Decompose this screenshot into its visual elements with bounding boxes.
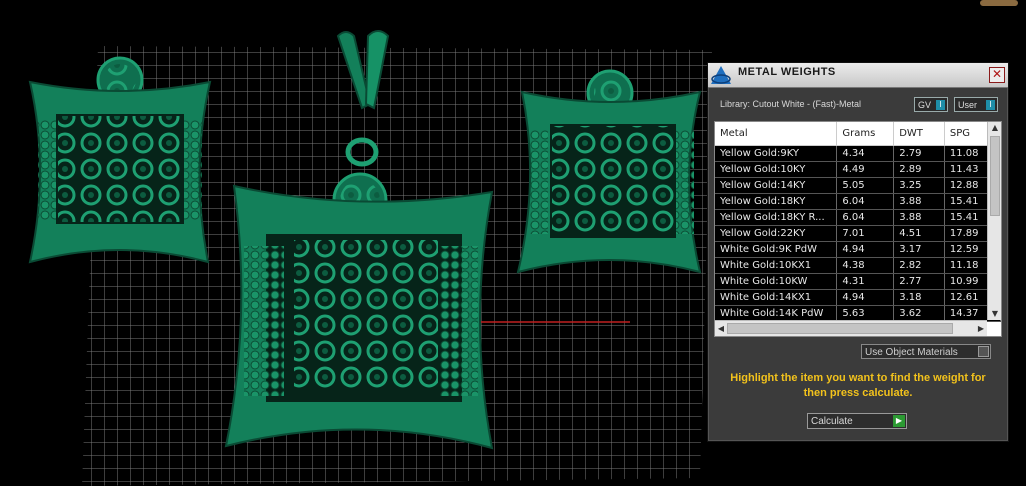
instruction-text: Highlight the item you want to find the … — [730, 372, 986, 399]
right-earring[interactable] — [516, 69, 702, 274]
user-toggle[interactable]: User I — [954, 97, 998, 112]
gv-toggle-label: GV — [918, 100, 932, 110]
column-header-metal[interactable]: Metal — [715, 122, 838, 146]
cell-metal: White Gold:10KW — [715, 273, 838, 290]
cell-grams: 5.05 — [836, 177, 895, 194]
toggle-indicator-icon: I — [936, 100, 945, 110]
play-icon: ▶ — [893, 415, 905, 427]
vertical-scrollbar[interactable]: ▲ ▼ — [987, 122, 1001, 320]
app-logo-icon — [711, 66, 731, 84]
cell-metal: White Gold:14KX1 — [715, 289, 838, 306]
table-row[interactable]: White Gold:10KX1 4.38 2.82 11.18 — [715, 257, 1001, 274]
table-row[interactable]: Yellow Gold:18KY 6.04 3.88 15.41 — [715, 193, 1001, 210]
use-object-materials-label: Use Object Materials — [865, 347, 958, 358]
table-row[interactable]: Yellow Gold:18KY R... 6.04 3.88 15.41 — [715, 209, 1001, 226]
scroll-thumb[interactable] — [727, 323, 953, 334]
table-row[interactable]: Yellow Gold:14KY 5.05 3.25 12.88 — [715, 177, 1001, 194]
table-row[interactable]: White Gold:10KW 4.31 2.77 10.99 — [715, 273, 1001, 290]
library-label: Library: Cutout White - (Fast)-Metal — [720, 99, 862, 109]
calculate-button[interactable]: Calculate ▶ — [807, 413, 907, 429]
table-row[interactable]: Yellow Gold:22KY 7.01 4.51 17.89 — [715, 225, 1001, 242]
metal-table[interactable]: Metal Grams DWT SPG Yellow Gold:9KY 4.34 2… — [714, 121, 1002, 337]
calculate-label: Calculate — [811, 416, 853, 427]
app-badge-icon — [980, 0, 1018, 6]
scroll-thumb[interactable] — [990, 136, 1000, 216]
close-icon: ✕ — [991, 67, 1003, 81]
cell-grams: 4.49 — [836, 161, 895, 178]
panel-title: METAL WEIGHTS — [738, 66, 836, 78]
cell-dwt: 2.82 — [893, 257, 945, 274]
cell-dwt: 3.88 — [893, 193, 945, 210]
cell-grams: 4.31 — [836, 273, 895, 290]
cell-grams: 7.01 — [836, 225, 895, 242]
cell-dwt: 2.77 — [893, 273, 945, 290]
horizontal-scrollbar[interactable]: ◀ ▶ — [715, 320, 987, 336]
cell-grams: 4.94 — [836, 289, 895, 306]
cell-grams: 4.34 — [836, 145, 895, 162]
cell-grams: 4.38 — [836, 257, 895, 274]
column-header-dwt[interactable]: DWT — [893, 122, 945, 146]
cell-dwt: 4.51 — [893, 225, 945, 242]
close-button[interactable]: ✕ — [989, 67, 1005, 83]
cell-grams: 6.04 — [836, 193, 895, 210]
cell-metal: Yellow Gold:18KY — [715, 193, 838, 210]
cell-grams: 4.94 — [836, 241, 895, 258]
table-header-row: Metal Grams DWT SPG — [715, 122, 1001, 146]
metal-weights-panel: METAL WEIGHTS ✕ Library: Cutout White - … — [707, 62, 1009, 442]
cell-metal: Yellow Gold:22KY — [715, 225, 838, 242]
cell-dwt: 3.17 — [893, 241, 945, 258]
scroll-up-icon[interactable]: ▲ — [988, 122, 1001, 134]
scroll-right-icon[interactable]: ▶ — [975, 321, 987, 336]
cell-metal: Yellow Gold:10KY — [715, 161, 838, 178]
cell-dwt: 2.79 — [893, 145, 945, 162]
user-toggle-label: User — [958, 100, 978, 110]
scroll-left-icon[interactable]: ◀ — [715, 321, 727, 336]
table-row[interactable]: White Gold:9K PdW 4.94 3.17 12.59 — [715, 241, 1001, 258]
toggle-indicator-icon: I — [986, 100, 995, 110]
left-earring[interactable] — [28, 56, 212, 264]
cell-dwt: 3.25 — [893, 177, 945, 194]
cell-metal: Yellow Gold:9KY — [715, 145, 838, 162]
cell-dwt: 3.18 — [893, 289, 945, 306]
table-row[interactable]: Yellow Gold:9KY 4.34 2.79 11.08 — [715, 145, 1001, 162]
table-row[interactable]: White Gold:14KX1 4.94 3.18 12.61 — [715, 289, 1001, 306]
metal-weights-table: Metal Grams DWT SPG Yellow Gold:9KY 4.34 2… — [715, 122, 1001, 322]
scroll-down-icon[interactable]: ▼ — [988, 308, 1001, 320]
use-object-materials-button[interactable]: Use Object Materials — [861, 344, 991, 359]
gv-toggle[interactable]: GV I — [914, 97, 948, 112]
cell-dwt: 3.88 — [893, 209, 945, 226]
cell-grams: 6.04 — [836, 209, 895, 226]
panel-title-bar[interactable]: METAL WEIGHTS ✕ — [708, 63, 1008, 88]
cell-metal: White Gold:10KX1 — [715, 257, 838, 274]
cell-dwt: 2.89 — [893, 161, 945, 178]
column-header-grams[interactable]: Grams — [836, 122, 895, 146]
cell-metal: White Gold:9K PdW — [715, 241, 838, 258]
cell-metal: Yellow Gold:18KY R... — [715, 209, 838, 226]
cell-metal: Yellow Gold:14KY — [715, 177, 838, 194]
table-row[interactable]: Yellow Gold:10KY 4.49 2.89 11.43 — [715, 161, 1001, 178]
checkbox-icon — [978, 346, 989, 357]
